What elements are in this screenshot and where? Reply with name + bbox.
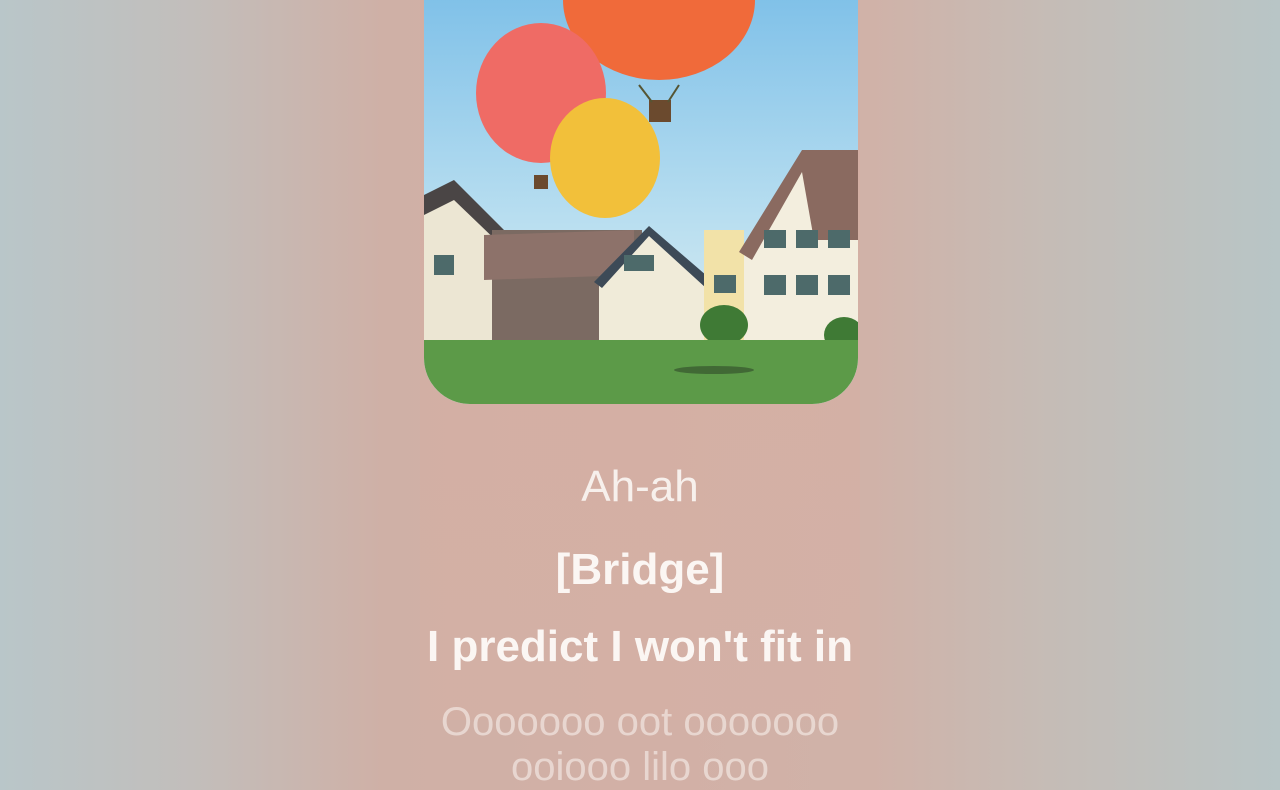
lyric-section-label[interactable]: [Bridge] [380,545,900,595]
lyric-line-current[interactable]: I predict I won't fit in [380,622,900,672]
lyric-line-previous[interactable]: Ah-ah [380,462,900,512]
album-artwork[interactable] [424,0,858,404]
lyric-line-next[interactable]: Ooooooo oot ooooooo ooiooo lilo ooo [380,700,900,790]
album-art-hot-air-balloons-icon [424,0,858,404]
